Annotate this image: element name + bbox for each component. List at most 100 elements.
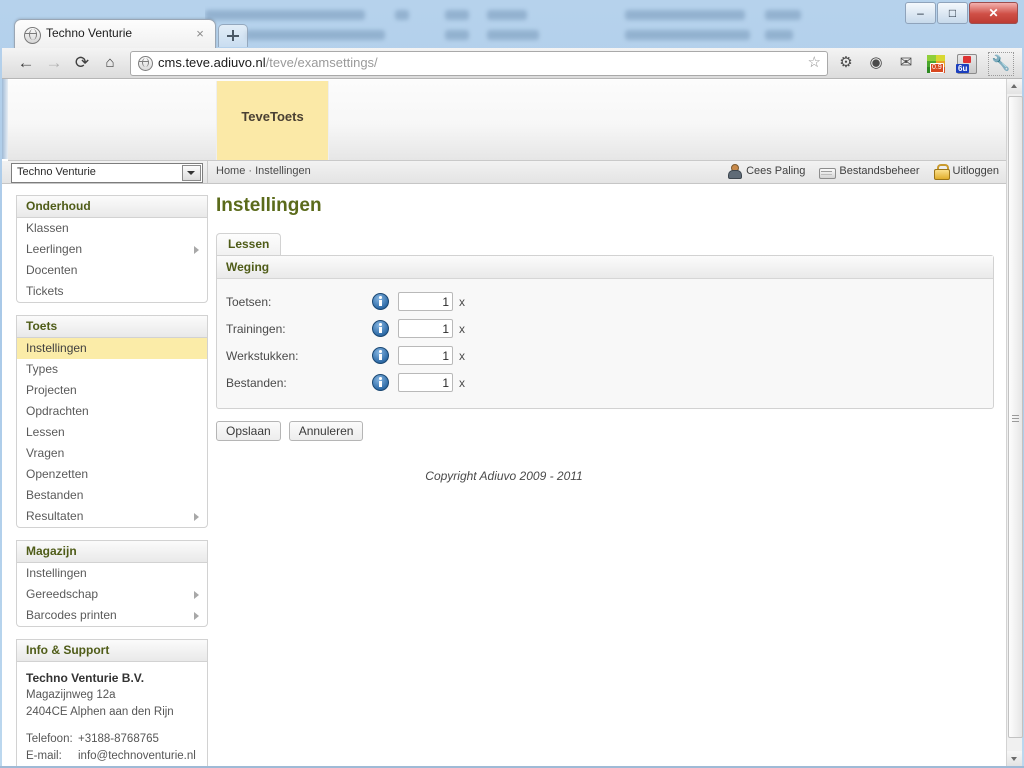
sidebar-item-docenten[interactable]: Docenten: [17, 260, 207, 281]
sidebar-item-klassen[interactable]: Klassen: [17, 218, 207, 239]
new-tab-button[interactable]: [218, 24, 248, 47]
sidebar-section-onderhoud: Onderhoud Klassen Leerlingen Docenten Ti…: [16, 195, 208, 303]
sidebar-item-resultaten[interactable]: Resultaten: [17, 506, 207, 527]
browser-tab[interactable]: Techno Venturie ×: [14, 19, 216, 51]
content-tabs: Lessen: [216, 233, 994, 255]
browser-tabstrip: Techno Venturie × – □ ✕: [0, 0, 1024, 51]
sidebar-section-info-support: Info & Support Techno Venturie B.V. Maga…: [16, 639, 208, 766]
field-label: Trainingen:: [226, 321, 286, 336]
email-value[interactable]: info@technoventurie.nl: [78, 748, 196, 765]
scrollbar-thumb[interactable]: [1008, 96, 1023, 738]
sidebar-item-label: Vragen: [26, 446, 65, 460]
cancel-button[interactable]: Annuleren: [288, 421, 364, 441]
address-bar[interactable]: cms.teve.adiuvo.nl/teve/examsettings/ ☆: [130, 51, 828, 76]
close-icon[interactable]: ×: [193, 27, 207, 41]
sidebar: Onderhoud Klassen Leerlingen Docenten Ti…: [16, 195, 208, 766]
scroll-down-button[interactable]: [1007, 751, 1022, 766]
extension-6u-icon[interactable]: 6u: [954, 52, 978, 74]
lock-icon: [933, 164, 950, 180]
sidebar-item-label: Instellingen: [26, 566, 87, 580]
reload-button[interactable]: ⟳: [70, 52, 94, 74]
user-icon: [727, 164, 743, 179]
sidebar-item-label: Docenten: [26, 263, 78, 277]
sidebar-item-label: Gereedschap: [26, 587, 99, 601]
breadcrumb-separator: ·: [245, 165, 256, 177]
current-user[interactable]: Cees Paling: [727, 164, 805, 179]
werkstukken-weight-input[interactable]: [398, 346, 453, 365]
logout-link[interactable]: Uitloggen: [933, 164, 999, 180]
site-header: TeveToets: [8, 80, 1007, 161]
sidebar-item-bestanden[interactable]: Bestanden: [17, 485, 207, 506]
extension-settings-icon[interactable]: ◉: [864, 52, 888, 74]
window-close-button[interactable]: ✕: [969, 2, 1018, 24]
minimize-button[interactable]: –: [905, 2, 936, 24]
extension-mail-icon[interactable]: ✉: [894, 52, 918, 74]
forward-button[interactable]: →: [42, 52, 66, 74]
url-path: /teve/examsettings/: [265, 55, 378, 70]
browser-menu-button[interactable]: 🔧: [988, 52, 1014, 76]
scroll-up-button[interactable]: [1007, 79, 1022, 94]
back-button[interactable]: ←: [14, 52, 38, 74]
sidebar-item-vragen[interactable]: Vragen: [17, 443, 207, 464]
company-name: Techno Venturie B.V.: [26, 671, 145, 685]
sidebar-item-openzetten[interactable]: Openzetten: [17, 464, 207, 485]
maximize-button[interactable]: □: [937, 2, 968, 24]
toetsen-weight-input[interactable]: [398, 292, 453, 311]
card-body: Toetsen: x Trainingen: x Werks: [217, 279, 993, 408]
company-city: 2404CE Alphen aan den Rijn: [26, 706, 174, 718]
extension-colorpicker-icon[interactable]: 0.9: [924, 52, 948, 74]
bookmark-star-icon[interactable]: ☆: [808, 55, 821, 71]
info-icon[interactable]: [372, 374, 389, 391]
divider: [207, 161, 208, 183]
form-row-trainingen: Trainingen: x: [226, 315, 984, 342]
info-icon[interactable]: [372, 347, 389, 364]
sidebar-item-opdrachten[interactable]: Opdrachten: [17, 401, 207, 422]
sidebar-item-tickets[interactable]: Tickets: [17, 281, 207, 302]
trainingen-weight-input[interactable]: [398, 319, 453, 338]
sidebar-item-barcodes-printen[interactable]: Barcodes printen: [17, 605, 207, 626]
page-viewport: TeveToets Techno Venturie Home · Instell…: [2, 79, 1022, 766]
site-logo-tab[interactable]: TeveToets: [216, 81, 329, 160]
sidebar-item-label: Instellingen: [26, 341, 87, 355]
info-icon[interactable]: [372, 293, 389, 310]
save-button[interactable]: Opslaan: [216, 421, 281, 441]
file-manager-link[interactable]: Bestandsbeheer: [819, 165, 920, 179]
organisation-select-value: Techno Venturie: [17, 166, 96, 178]
info-icon[interactable]: [372, 320, 389, 337]
organisation-select[interactable]: Techno Venturie: [11, 163, 203, 183]
sidebar-section-magazijn: Magazijn Instellingen Gereedschap Barcod…: [16, 540, 208, 627]
mail-icon: ✉: [899, 54, 913, 71]
sidebar-item-magazijn-instellingen[interactable]: Instellingen: [17, 563, 207, 584]
tab-lessen[interactable]: Lessen: [216, 233, 282, 255]
home-button[interactable]: ⌂: [98, 52, 122, 74]
sidebar-item-gereedschap[interactable]: Gereedschap: [17, 584, 207, 605]
page-scrollbar[interactable]: [1006, 79, 1023, 766]
sidebar-item-projecten[interactable]: Projecten: [17, 380, 207, 401]
sidebar-item-leerlingen[interactable]: Leerlingen: [17, 239, 207, 260]
copyright-text: Copyright Adiuvo 2009 - 2011: [425, 469, 583, 483]
sidebar-item-types[interactable]: Types: [17, 359, 207, 380]
company-email-row: E-mail: info@technoventurie.nl: [26, 748, 198, 765]
field-label: Bestanden:: [226, 375, 287, 390]
file-manager-label: Bestandsbeheer: [839, 165, 920, 177]
browser-toolbar: ← → ⟳ ⌂ cms.teve.adiuvo.nl/teve/examsett…: [2, 48, 1022, 79]
unit-label: x: [459, 348, 465, 363]
chevron-right-icon: [194, 513, 199, 521]
sidebar-item-label: Openzetten: [26, 467, 89, 481]
bestanden-weight-input[interactable]: [398, 373, 453, 392]
unit-label: x: [459, 294, 465, 309]
field-label: Toetsen:: [226, 294, 272, 309]
company-info: Techno Venturie B.V. Magazijnweg 12a 240…: [17, 662, 207, 766]
sidebar-section-title: Onderhoud: [17, 196, 207, 218]
sidebar-section-title: Magazijn: [17, 541, 207, 563]
chevron-down-icon[interactable]: [182, 165, 201, 181]
sidebar-item-lessen[interactable]: Lessen: [17, 422, 207, 443]
breadcrumb-home[interactable]: Home: [216, 165, 245, 177]
site-logo-text: TeveToets: [241, 109, 304, 124]
extension-badge-6u: 6u: [956, 64, 970, 73]
extension-gear-icon[interactable]: ⚙: [834, 52, 858, 74]
chevron-right-icon: [194, 612, 199, 620]
sidebar-item-instellingen[interactable]: Instellingen: [17, 338, 207, 359]
main-content: Instellingen Lessen Weging Toetsen: x: [216, 195, 994, 483]
form-row-bestanden: Bestanden: x: [226, 369, 984, 396]
